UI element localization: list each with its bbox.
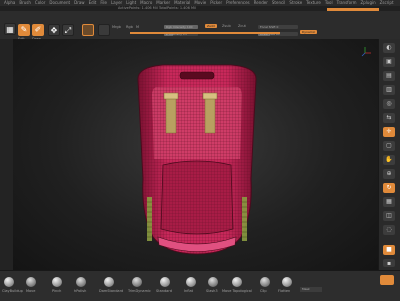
scale-view-button[interactable]: ⊕ [383,169,395,179]
move-icon: ✥ [50,26,58,35]
brush-label-3: hPolish [74,289,87,293]
mrgb-toggle[interactable]: Mrgb [112,25,121,29]
headrest-slot [179,71,215,80]
brush-trimdynamic[interactable] [132,277,142,287]
lsym-button[interactable]: ⇆ [383,113,395,123]
xyz-button[interactable]: ✛ [383,127,395,137]
brush-label-5: TrimDynamic [128,289,151,293]
mesh-render [137,47,371,255]
brush-flatten[interactable] [282,277,292,287]
brush-label-1: Move [26,289,36,293]
polyframe-icon: ▦ [386,198,392,205]
zcut-toggle[interactable]: Zcut [238,24,246,28]
brush-inflat[interactable] [186,277,196,287]
brush-label-9: Move Topological [222,289,252,293]
brush-label-8: Slash3 [206,289,218,293]
left-tray [0,39,13,270]
m-toggle[interactable]: M [136,25,139,29]
top-shelf: ▦ ✎ ✐ Edit Draw ✥ ⤢ Mrgb Rgb M Rgb Inten… [0,11,400,41]
rotate-icon: ↻ [386,184,392,191]
draw-button[interactable]: ✐ [32,24,44,36]
left-bolster-strip [147,197,152,241]
viewport-canvas[interactable] [13,39,378,270]
solo-button[interactable]: ■ [383,245,395,255]
hand-icon: ✋ [385,156,393,163]
material-swatch[interactable] [82,24,94,36]
focal-shift-slider[interactable]: Focal Shift 0 [258,25,298,29]
right-tray: ◐ ▣ ▤ ▥ ◎ ⇆ ✛ ▢ ✋ ⊕ ↻ ▦ ◫ ◌ ■ ▪ [378,39,400,270]
xpose-button[interactable]: ▪ [383,259,395,267]
move-button[interactable]: ✥ [48,24,60,36]
local-button[interactable]: ◎ [383,99,395,109]
mask-mode-selector[interactable]: Mask [300,287,322,292]
pencil-icon: ✎ [20,25,28,34]
brush-move-topological[interactable] [232,277,242,287]
ghost-icon: ◌ [386,226,392,233]
brush-slash3[interactable] [208,277,218,287]
brush-damstandard[interactable] [104,277,114,287]
floor-icon: ▥ [386,86,392,93]
brush-tray: ClayBuildup Move Pinch hPolish DamStanda… [0,270,400,301]
rgb-toggle[interactable]: Rgb [126,25,133,29]
rotate-view-button[interactable]: ↻ [383,183,395,193]
bpr-icon: ◐ [386,44,392,51]
rgb-intensity-slider[interactable]: Rgb Intensity 100 [164,25,198,29]
spix-button[interactable]: ▣ [383,57,395,67]
axis-gizmo[interactable] [361,47,371,57]
persp-icon: ▤ [386,72,392,79]
brush-icon: ✐ [34,25,42,34]
frame-icon: ▢ [386,142,392,149]
grid-icon: ▦ [6,25,14,34]
local-icon: ◎ [386,100,392,107]
car-seat-model [137,64,257,255]
brush-pinch[interactable] [52,277,62,287]
texture-swatch[interactable] [98,24,110,36]
brush-label-0: ClayBuildup [2,289,23,293]
brush-label-10: Clip [260,289,267,293]
move-view-button[interactable]: ✋ [383,155,395,165]
scale-icon: ⤢ [64,26,72,35]
lsym-icon: ⇆ [386,114,392,121]
brush-label-11: Flatten [278,289,291,293]
zadd-toggle[interactable]: Zadd [205,24,217,28]
left-strap [165,94,177,134]
brush-label-6: Standard [156,289,172,293]
xpose-icon: ▪ [386,260,392,267]
zoom-icon: ⊕ [386,170,392,177]
floor-button[interactable]: ▥ [383,85,395,95]
scale-button[interactable]: ⤢ [62,24,74,36]
zsub-toggle[interactable]: Zsub [222,24,231,28]
spix-icon: ▣ [386,58,392,65]
brush-label-2: Pinch [52,289,62,293]
xyz-icon: ✛ [386,128,392,135]
brush-label-7: Inflat [184,289,193,293]
brush-clip[interactable] [260,277,270,287]
projection-master-button[interactable]: ▦ [4,23,16,35]
edit-button[interactable]: ✎ [18,24,30,36]
transparency-icon: ◫ [386,212,392,219]
color-strip [130,32,280,34]
dynamic-toggle[interactable]: Dynamic [300,30,318,34]
brush-label-4: DamStandard [99,289,124,293]
lightbox-toggle-button[interactable] [380,275,394,285]
brush-move[interactable] [26,277,36,287]
frame-button[interactable]: ▢ [383,141,395,151]
brush-hpolish[interactable] [76,277,86,287]
linefill-button[interactable]: ▦ [383,197,395,207]
ghost-button[interactable]: ◌ [383,225,395,235]
bpr-button[interactable]: ◐ [383,43,395,53]
right-bolster-strip [242,197,247,241]
solo-icon: ■ [386,246,392,253]
brush-claybuildup[interactable] [4,277,14,287]
right-strap [204,94,216,134]
brush-standard[interactable] [160,277,170,287]
persp-button[interactable]: ▤ [383,71,395,81]
transp-button[interactable]: ◫ [383,211,395,221]
